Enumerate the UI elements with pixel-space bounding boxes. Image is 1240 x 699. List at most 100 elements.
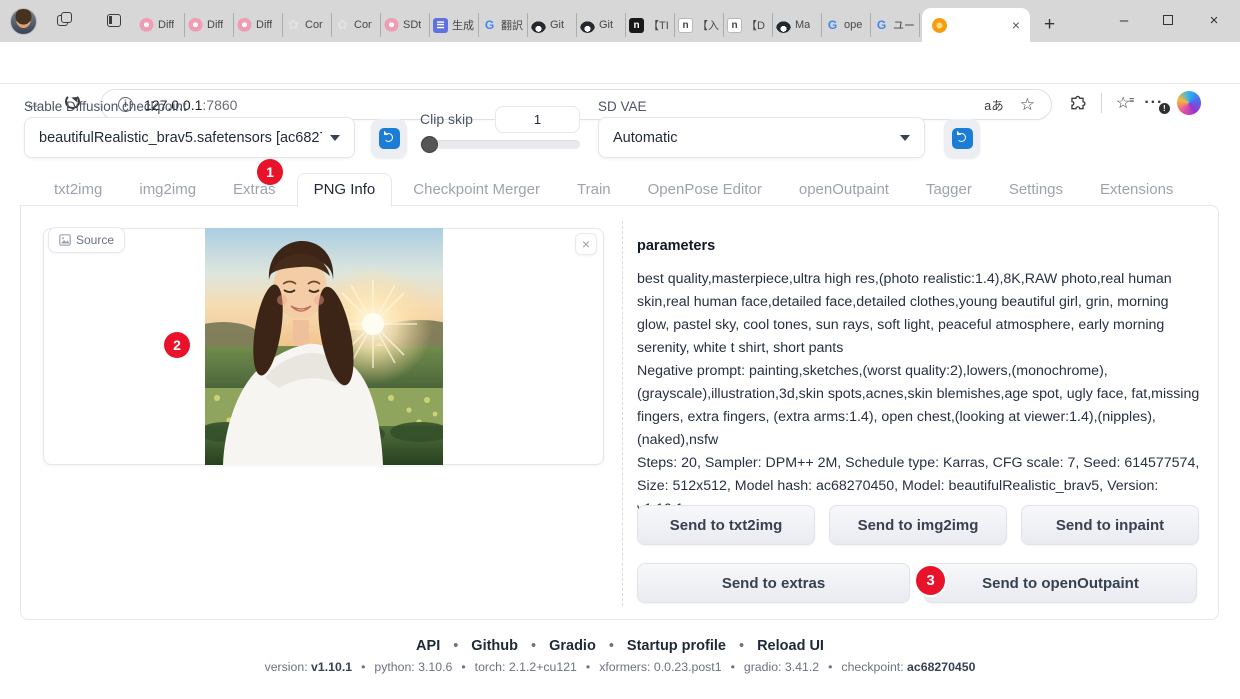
- maximize-button[interactable]: [1146, 4, 1190, 38]
- image-icon: [59, 234, 71, 246]
- gradio-favicon-icon: [932, 18, 947, 33]
- footer-dot-separator: •: [531, 638, 536, 654]
- browser-tab[interactable]: SDt: [381, 13, 430, 37]
- tab-extensions[interactable]: Extensions: [1084, 174, 1189, 206]
- browser-tab[interactable]: ✿Cor: [283, 13, 332, 37]
- notion-favicon-icon: n: [678, 18, 693, 33]
- footer-link-api[interactable]: API: [416, 638, 440, 654]
- browser-tab-title: Ma: [795, 19, 810, 31]
- new-tab-button[interactable]: +: [1044, 14, 1055, 36]
- footer-dot-separator: •: [731, 660, 735, 674]
- source-photo[interactable]: [205, 228, 443, 465]
- footer-links: API•Github•Gradio•Startup profile•Reload…: [0, 638, 1240, 654]
- version-segment: python: 3.10.6: [374, 660, 452, 674]
- send-to-img2img-button[interactable]: Send to img2img: [829, 505, 1007, 545]
- browser-tab[interactable]: ☰生成: [430, 13, 479, 37]
- bookmark-star-icon[interactable]: ☆: [1020, 95, 1035, 115]
- send-to-inpaint-button[interactable]: Send to inpaint: [1021, 505, 1199, 545]
- profile-avatar[interactable]: [10, 8, 37, 35]
- google-favicon-icon: G: [482, 18, 497, 33]
- app-tab-row: txt2imgimg2imgExtrasPNG InfoCheckpoint M…: [20, 175, 1194, 206]
- checkpoint-dropdown[interactable]: beautifulRealistic_brav5.safetensors [ac…: [24, 117, 355, 158]
- browser-tab-title: SDt: [403, 19, 421, 31]
- tab-openoutpaint[interactable]: openOutpaint: [783, 174, 905, 206]
- browser-tab[interactable]: Gユー: [871, 13, 920, 37]
- browser-tab[interactable]: Diff: [234, 13, 283, 37]
- browser-tab-active[interactable]: ×: [922, 8, 1030, 42]
- browser-tab-title: 【TI: [648, 17, 669, 33]
- tab-openpose-editor[interactable]: OpenPose Editor: [632, 174, 778, 206]
- sd-vae-refresh-button[interactable]: [944, 119, 980, 158]
- github-favicon-icon: [776, 18, 791, 33]
- clear-image-button[interactable]: ×: [575, 233, 597, 255]
- clip-skip-label: Clip skip: [420, 111, 473, 127]
- version-segment: torch: 2.1.2+cu121: [475, 660, 577, 674]
- send-buttons-row1: Send to txt2img Send to img2img Send to in…: [637, 505, 1199, 545]
- clip-skip-value[interactable]: 1: [495, 106, 580, 133]
- source-chip-label: Source: [76, 233, 114, 247]
- browser-tab[interactable]: Ma: [773, 13, 822, 37]
- chevron-down-icon: [330, 135, 340, 141]
- tab-settings[interactable]: Settings: [993, 174, 1079, 206]
- send-to-extras-button[interactable]: Send to extras: [637, 563, 910, 603]
- minimize-button[interactable]: –: [1102, 4, 1146, 38]
- tab-checkpoint-merger[interactable]: Checkpoint Merger: [397, 174, 556, 206]
- browser-tab[interactable]: G 翻訳: [479, 13, 528, 37]
- browser-tab[interactable]: Git: [528, 13, 577, 37]
- version-key: torch:: [475, 660, 509, 674]
- version-key: checkpoint:: [841, 660, 907, 674]
- browser-toolbar: ← i 127.0.0.1:7860 aあ ☆ ☆≡ ···!: [0, 42, 1240, 84]
- checkpoint-label: Stable Diffusion checkpoint: [24, 99, 187, 114]
- send-to-txt2img-button[interactable]: Send to txt2img: [637, 505, 815, 545]
- browser-tab-title: Git: [550, 19, 564, 31]
- browser-tab[interactable]: n【TI: [626, 13, 675, 37]
- clip-skip-slider-handle[interactable]: [421, 136, 438, 153]
- footer-dot-separator: •: [586, 660, 590, 674]
- browser-tab[interactable]: n【D: [724, 13, 773, 37]
- sd-vae-dropdown[interactable]: Automatic: [598, 117, 925, 158]
- footer-link-reload-ui[interactable]: Reload UI: [757, 638, 824, 654]
- png-info-panel: Source ×: [20, 205, 1219, 620]
- send-to-openoutpaint-button[interactable]: Send to openOutpaint: [924, 563, 1197, 603]
- browser-tab[interactable]: n【入: [675, 13, 724, 37]
- browser-tab[interactable]: Diff: [185, 13, 234, 37]
- tab-close-icon[interactable]: ×: [1012, 18, 1020, 32]
- browser-tab-title: Cor: [354, 19, 372, 31]
- tab-actions-icon[interactable]: [106, 13, 124, 29]
- version-value: 3.10.6: [418, 660, 452, 674]
- browser-tab[interactable]: Gope: [822, 13, 871, 37]
- footer-link-github[interactable]: Github: [471, 638, 518, 654]
- workspaces-icon[interactable]: [55, 13, 73, 29]
- flower-favicon-icon: ✿: [286, 18, 301, 33]
- version-value: 2.1.2+cu121: [509, 660, 577, 674]
- favorites-icon[interactable]: ☆≡: [1116, 93, 1130, 113]
- translate-icon[interactable]: aあ: [984, 95, 1003, 114]
- browser-tab[interactable]: Git: [577, 13, 626, 37]
- clip-skip-slider[interactable]: [420, 140, 580, 149]
- github-favicon-icon: [531, 18, 546, 33]
- browser-tab[interactable]: Diff: [136, 13, 185, 37]
- checkpoint-refresh-button[interactable]: [371, 119, 407, 158]
- copilot-icon[interactable]: [1177, 91, 1201, 115]
- chevron-down-icon: [900, 135, 910, 141]
- refresh-arrows-icon: [952, 128, 973, 149]
- annotation-badge-3: 3: [916, 566, 945, 595]
- tab-img2img[interactable]: img2img: [123, 174, 212, 206]
- browser-tab[interactable]: ✿ Cor: [332, 13, 381, 37]
- version-segment: version: v1.10.1: [265, 660, 353, 674]
- flower-favicon-icon: ✿: [335, 18, 350, 33]
- tab-tagger[interactable]: Tagger: [910, 174, 988, 206]
- tab-train[interactable]: Train: [561, 174, 627, 206]
- more-menu-icon[interactable]: ···!: [1144, 94, 1163, 112]
- tab-txt2img[interactable]: txt2img: [38, 174, 118, 206]
- footer-link-startup-profile[interactable]: Startup profile: [627, 638, 726, 654]
- toolbar-divider: [1101, 93, 1102, 113]
- source-image-panel[interactable]: Source ×: [43, 228, 604, 465]
- footer-dot-separator: •: [739, 638, 744, 654]
- footer-link-gradio[interactable]: Gradio: [549, 638, 596, 654]
- tab-png-info[interactable]: PNG Info: [297, 173, 393, 207]
- github-favicon-icon: [580, 18, 595, 33]
- close-button[interactable]: ×: [1192, 4, 1236, 38]
- extensions-puzzle-icon[interactable]: [1068, 94, 1087, 113]
- browser-tab-title: 翻訳: [501, 17, 523, 33]
